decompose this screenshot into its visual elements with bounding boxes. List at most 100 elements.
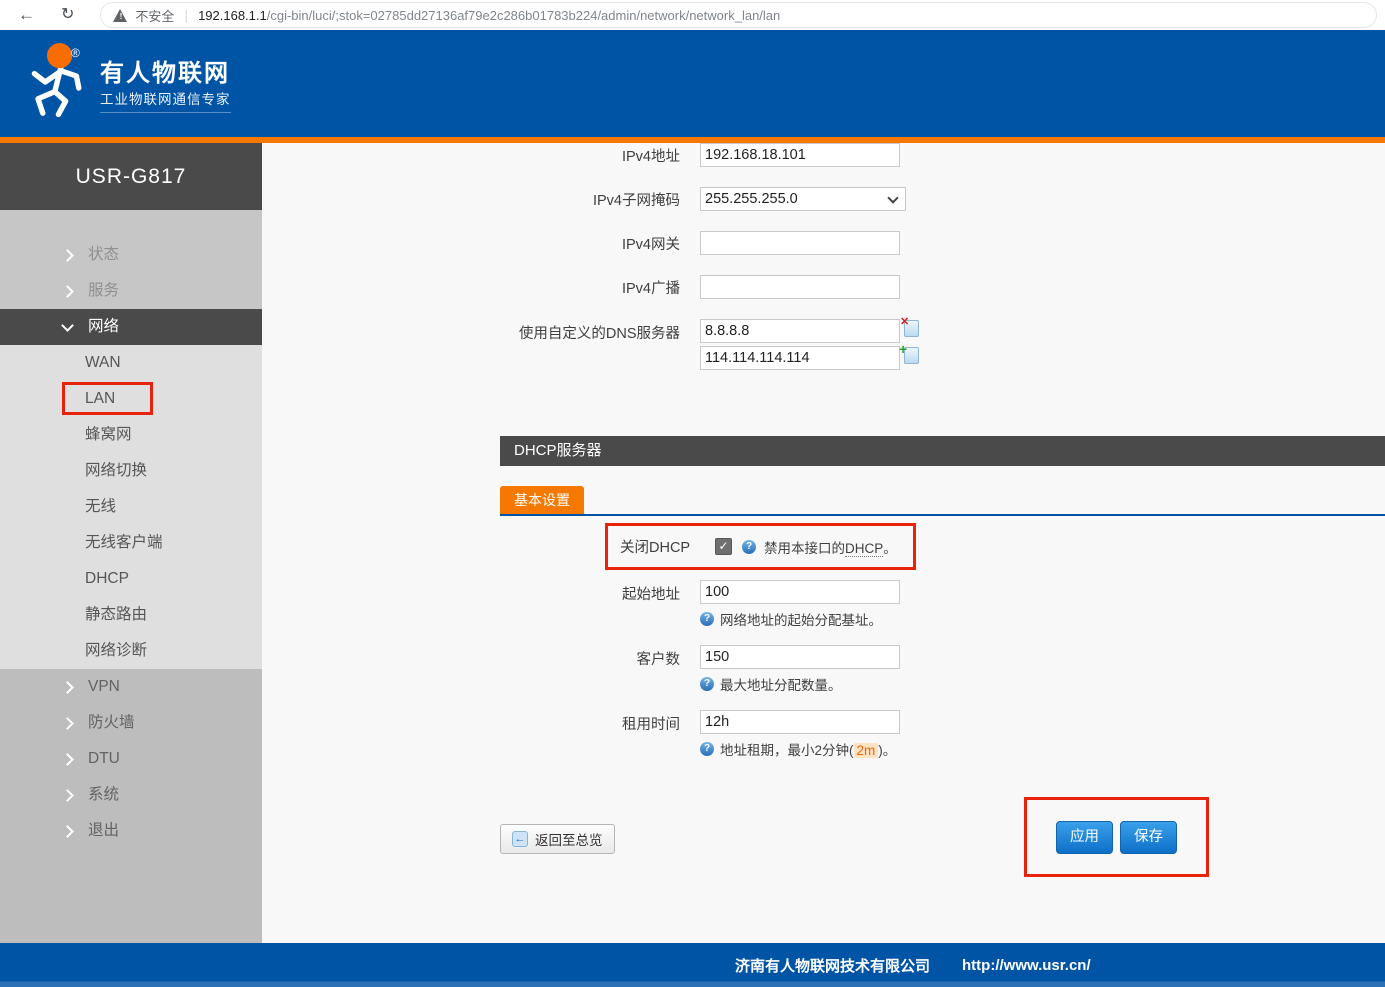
apply-save-annotation-box: 应用 保存 [1024,797,1209,877]
sidebar-item-logout[interactable]: 退出 [0,813,262,849]
footer-website-link[interactable]: http://www.usr.cn/ [962,957,1091,974]
dhcp-section-header: DHCP服务器 [500,436,1385,466]
dhcp-limit-label: 客户数 [262,645,680,669]
sidebar-item-label: 网络诊断 [85,642,147,659]
sidebar-item-label: DTU [88,750,120,767]
sidebar-group-network-sub: WAN LAN 蜂窝网 网络切换 无线 无线客户端 DHCP [0,345,262,669]
browser-refresh-icon[interactable]: ↻ [61,0,74,30]
sidebar-item-status[interactable]: 状态 [0,237,262,273]
dns-remove-icon[interactable] [904,320,919,337]
url-path[interactable]: /cgi-bin/luci/;stok=02785dd27136af79e2c2… [267,8,781,23]
back-arrow-icon [512,831,528,847]
sidebar-item-label: 蜂窝网 [85,426,132,443]
sidebar-item-label: 无线客户端 [85,534,163,551]
address-bar[interactable]: ! 不安全 | 192.168.1.1 /cgi-bin/luci/;stok=… [100,2,1377,28]
disable-dhcp-checkbox[interactable] [715,538,732,555]
ipv4-gateway-input[interactable] [700,231,900,255]
dhcp-start-help: 网络地址的起始分配基址。 [720,609,882,629]
tab-basic-settings[interactable]: 基本设置 [500,486,584,514]
sidebar-item-services[interactable]: 服务 [0,273,262,309]
device-name: USR-G817 [0,143,262,210]
sidebar-item-system[interactable]: 系统 [0,777,262,813]
disable-dhcp-help: 禁用本接口的DHCP。 [764,537,897,557]
dhcp-leasetime-help: 地址租期，最小2分钟(2m)。 [720,739,896,759]
ipv4-netmask-label: IPv4子网掩码 [262,189,680,210]
security-label[interactable]: 不安全 [135,6,174,25]
brand-title: 有人物联网 [100,53,230,88]
sidebar-item-label: LAN [85,390,115,407]
sidebar-item-label: 无线 [85,498,116,515]
ipv4-broadcast-label: IPv4广播 [262,277,680,298]
sidebar-item-lan[interactable]: LAN [0,381,262,417]
sidebar-item-cellular[interactable]: 蜂窝网 [0,417,262,453]
sidebar-item-label: 静态路由 [85,606,147,623]
brand-subtitle: 工业物联网通信专家 [100,88,231,113]
back-button-label: 返回至总览 [535,829,603,849]
chevron-down-icon [61,319,74,332]
dhcp-help-link[interactable]: DHCP [845,541,883,557]
browser-toolbar: ← ↻ ! 不安全 | 192.168.1.1 /cgi-bin/luci/;s… [0,0,1385,30]
sidebar-item-firewall[interactable]: 防火墙 [0,705,262,741]
dns-add-icon[interactable] [904,347,919,364]
sidebar-item-label: 防火墙 [88,714,135,731]
ipv4-netmask-value: 255.255.255.0 [705,191,889,207]
dhcp-start-input[interactable] [700,580,900,604]
chevron-right-icon [61,753,74,766]
not-secure-warning-icon[interactable]: ! [113,9,128,22]
dhcp-limit-input[interactable] [700,645,900,669]
dhcp-leasetime-label: 租用时间 [262,710,680,734]
select-chevron-icon [887,192,898,203]
screen: ← ↻ ! 不安全 | 192.168.1.1 /cgi-bin/luci/;s… [0,0,1385,987]
custom-dns-label: 使用自定义的DNS服务器 [262,319,680,343]
sidebar-item-label: 服务 [88,282,119,299]
save-button[interactable]: 保存 [1120,821,1177,854]
sidebar-item-wireless-client[interactable]: 无线客户端 [0,525,262,561]
dns-server-1-input[interactable] [700,319,900,343]
ipv4-address-label: IPv4地址 [262,145,680,166]
sidebar-group-top: 状态 服务 [0,210,262,309]
browser-back-icon[interactable]: ← [18,0,35,30]
dns-server-2-input[interactable] [700,346,900,370]
help-icon [742,540,756,554]
sidebar-item-label: 系统 [88,786,119,803]
ipv4-broadcast-input[interactable] [700,275,900,299]
sidebar-item-network[interactable]: 网络 [0,309,262,345]
sidebar-item-label: 网络切换 [85,462,147,479]
chevron-right-icon [61,285,74,298]
url-host[interactable]: 192.168.1.1 [198,8,267,23]
sidebar-item-label: 网络 [88,318,119,335]
sidebar-item-label: 退出 [88,822,119,839]
chevron-right-icon [61,249,74,262]
dhcp-limit-help: 最大地址分配数量。 [720,674,842,694]
chevron-right-icon [61,717,74,730]
sidebar-item-static-routes[interactable]: 静态路由 [0,597,262,633]
help-icon [700,677,714,691]
sidebar-item-dhcp[interactable]: DHCP [0,561,262,597]
sidebar-item-label: 状态 [88,246,119,263]
brand-header: ® 有人物联网 工业物联网通信专家 [0,30,1385,143]
ipv4-netmask-select[interactable]: 255.255.255.0 [700,187,906,211]
sidebar-item-label: VPN [88,678,120,695]
sidebar-item-network-switch[interactable]: 网络切换 [0,453,262,489]
ipv4-address-input[interactable] [700,143,900,167]
chevron-right-icon [61,681,74,694]
lan-annotation-box: LAN [62,382,153,415]
sidebar-item-diagnostics[interactable]: 网络诊断 [0,633,262,669]
back-to-overview-button[interactable]: 返回至总览 [500,824,615,854]
sidebar-item-dtu[interactable]: DTU [0,741,262,777]
dhcp-tab-bar: 基本设置 [500,486,1385,516]
sidebar-item-label: WAN [85,354,121,371]
apply-button[interactable]: 应用 [1056,821,1113,854]
disable-dhcp-label: 关闭DHCP [620,536,715,557]
ipv4-gateway-label: IPv4网关 [262,233,680,254]
usr-logo-icon [20,42,92,122]
help-icon [700,742,714,756]
registered-trademark: ® [71,46,80,60]
sidebar-item-wireless[interactable]: 无线 [0,489,262,525]
sidebar-group-bottom: VPN 防火墙 DTU 系统 退出 [0,669,262,943]
sidebar-item-vpn[interactable]: VPN [0,669,262,705]
form-actions: 返回至总览 应用 保存 [500,797,1209,877]
dhcp-leasetime-input[interactable] [700,710,900,734]
sidebar-item-wan[interactable]: WAN [0,345,262,381]
leasetime-min-code: 2m [854,743,879,758]
